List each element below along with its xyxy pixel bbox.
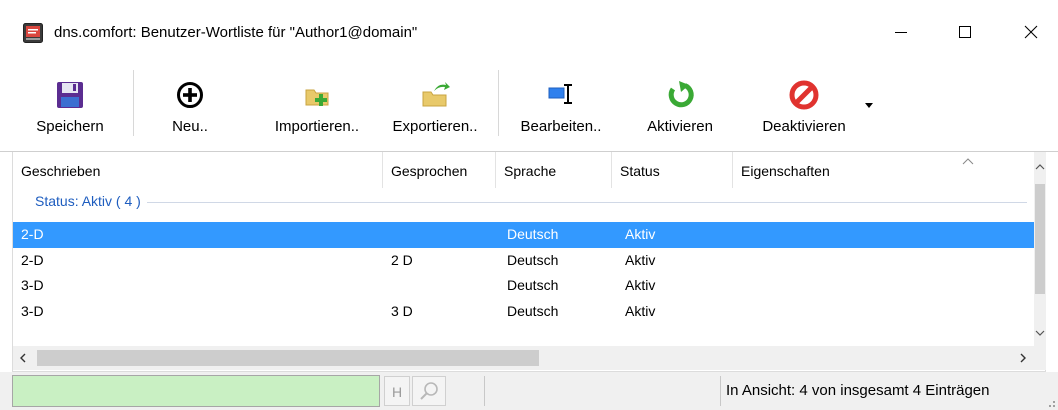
scroll-down-button[interactable] xyxy=(1034,326,1046,340)
deactivate-button[interactable]: Deaktivieren xyxy=(748,62,860,148)
chevron-up-icon xyxy=(1035,164,1045,170)
edit-button[interactable]: Bearbeiten.. xyxy=(508,62,614,148)
cell-sprache: Deutsch xyxy=(507,226,559,242)
column-header-eigenschaften[interactable]: Eigenschaften xyxy=(733,152,1033,188)
table-rows: 2-D Deutsch Aktiv 2-D 2 D Deutsch Aktiv … xyxy=(13,222,1034,325)
cell-sprache: Deutsch xyxy=(507,302,559,319)
column-header-gesprochen[interactable]: Gesprochen xyxy=(383,152,496,188)
activate-icon xyxy=(663,78,697,112)
activate-label: Aktivieren xyxy=(647,118,713,135)
word-list: Geschrieben Gesprochen Sprache Status Ei… xyxy=(12,152,1046,372)
activate-button[interactable]: Aktivieren xyxy=(628,62,732,148)
title-bar: dns.comfort: Benutzer-Wortliste für "Aut… xyxy=(0,0,1058,62)
new-label: Neu.. xyxy=(172,118,208,135)
close-icon xyxy=(1024,25,1038,39)
cell-geschrieben: 2-D xyxy=(21,251,44,268)
search-button[interactable] xyxy=(412,376,446,406)
horizontal-scrollbar[interactable] xyxy=(13,346,1046,370)
scroll-left-button[interactable] xyxy=(13,346,33,370)
import-button[interactable]: Importieren.. xyxy=(262,62,372,148)
resize-grip-icon xyxy=(1049,401,1055,407)
toolbar-separator xyxy=(498,70,499,136)
chevron-right-icon xyxy=(1020,353,1026,363)
h-button[interactable]: H xyxy=(384,376,410,406)
toolbar-overflow-button[interactable] xyxy=(862,98,876,112)
status-divider xyxy=(720,376,721,406)
save-icon xyxy=(53,78,87,112)
cell-status: Aktiv xyxy=(625,277,656,293)
deactivate-icon xyxy=(787,78,821,112)
resize-grip[interactable] xyxy=(1044,396,1056,408)
vertical-scrollbar[interactable] xyxy=(1034,152,1046,347)
status-bar: H In Ansicht: 4 von insgesamt 4 Einträge… xyxy=(0,372,1058,410)
column-header-sprache[interactable]: Sprache xyxy=(496,152,612,188)
new-button[interactable]: Neu.. xyxy=(160,62,220,148)
export-button[interactable]: Exportieren.. xyxy=(380,62,490,148)
cell-sprache: Deutsch xyxy=(507,277,559,293)
export-label: Exportieren.. xyxy=(392,118,478,135)
status-indicator xyxy=(12,375,380,407)
deactivate-label: Deaktivieren xyxy=(762,118,846,135)
cell-geschrieben: 2-D xyxy=(21,226,44,242)
close-button[interactable] xyxy=(1008,12,1054,52)
cell-gesprochen: 2 D xyxy=(391,251,413,268)
dropdown-arrow-icon xyxy=(865,103,873,108)
column-header-geschrieben[interactable]: Geschrieben xyxy=(13,152,383,188)
save-button[interactable]: Speichern xyxy=(28,62,112,148)
table-row[interactable]: 2-D 2 D Deutsch Aktiv xyxy=(13,248,1034,274)
scroll-up-button[interactable] xyxy=(1034,160,1046,174)
import-icon xyxy=(300,78,334,112)
minimize-button[interactable] xyxy=(878,12,924,52)
minimize-icon xyxy=(895,32,907,33)
cell-geschrieben: 3-D xyxy=(21,277,44,293)
vertical-scroll-thumb[interactable] xyxy=(1035,184,1045,294)
maximize-icon xyxy=(959,26,971,38)
toolbar-separator xyxy=(133,70,134,136)
maximize-button[interactable] xyxy=(942,12,988,52)
toolbar: Speichern Neu.. Importieren.. Exportiere… xyxy=(0,62,1058,152)
save-label: Speichern xyxy=(36,118,104,135)
group-label: Status: Aktiv ( 4 ) xyxy=(35,193,147,209)
cell-sprache: Deutsch xyxy=(507,251,559,268)
group-divider xyxy=(35,202,1027,203)
cell-status: Aktiv xyxy=(625,226,656,242)
search-icon xyxy=(420,382,438,400)
edit-label: Bearbeiten.. xyxy=(520,118,602,135)
edit-icon xyxy=(544,78,578,112)
export-icon xyxy=(418,78,452,112)
table-row[interactable]: 2-D Deutsch Aktiv xyxy=(13,222,1034,248)
cell-status: Aktiv xyxy=(625,302,656,319)
table-row[interactable]: 3-D Deutsch Aktiv xyxy=(13,273,1034,299)
scroll-right-button[interactable] xyxy=(1013,346,1033,370)
group-header[interactable]: Status: Aktiv ( 4 ) xyxy=(13,190,1033,214)
chevron-left-icon xyxy=(20,353,26,363)
chevron-down-icon xyxy=(1035,330,1045,336)
app-icon xyxy=(23,23,43,43)
import-label: Importieren.. xyxy=(274,118,360,135)
cell-geschrieben: 3-D xyxy=(21,302,44,319)
sort-ascending-icon xyxy=(962,158,974,165)
column-header-row: Geschrieben Gesprochen Sprache Status Ei… xyxy=(13,152,1033,188)
cell-status: Aktiv xyxy=(625,251,656,268)
cell-gesprochen: 3 D xyxy=(391,302,413,319)
add-circle-icon xyxy=(173,78,207,112)
horizontal-scroll-thumb[interactable] xyxy=(37,350,539,366)
table-row[interactable]: 3-D 3 D Deutsch Aktiv xyxy=(13,299,1034,325)
column-header-status[interactable]: Status xyxy=(612,152,733,188)
status-summary: In Ansicht: 4 von insgesamt 4 Einträgen xyxy=(726,382,990,399)
status-divider xyxy=(484,376,485,406)
window-title: dns.comfort: Benutzer-Wortliste für "Aut… xyxy=(54,24,418,41)
